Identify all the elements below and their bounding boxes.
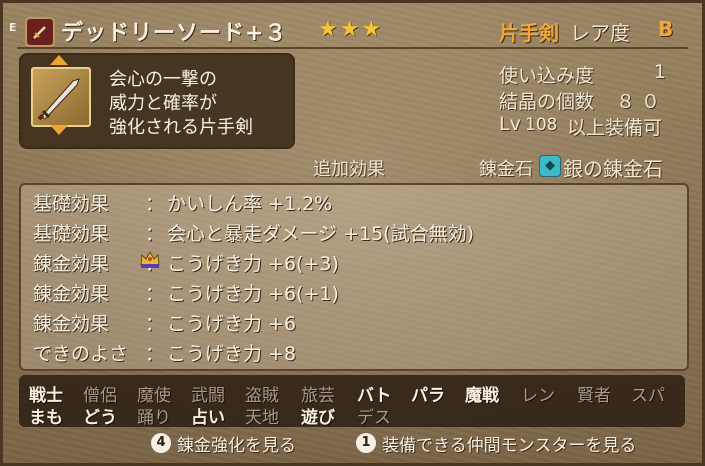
- job-equippable: どう: [83, 408, 117, 428]
- monster-view-hint[interactable]: 装備できる仲間モンスターを見る: [382, 431, 636, 456]
- effect-colon: ：: [145, 313, 165, 335]
- effect-colon: ：: [145, 343, 165, 365]
- effect-colon: ：: [145, 283, 165, 305]
- job-not-equippable: 賢者: [577, 386, 611, 406]
- effect-label: 基礎効果: [33, 193, 110, 215]
- usage-value: 1: [653, 61, 666, 83]
- job-equippable: パラ: [411, 386, 445, 406]
- alchemy-stone-icon: ◆: [539, 155, 561, 177]
- additional-effects-title: 追加効果: [313, 159, 385, 180]
- effect-value: 会心と暴走ダメージ +15(試合無効): [167, 223, 475, 245]
- level-prefix: Lv: [499, 113, 521, 135]
- level-suffix: 以上装備可: [567, 117, 663, 139]
- effect-row: 錬金効果 ：こうげき力 +6: [33, 309, 296, 335]
- job-not-equippable: 踊り: [137, 408, 171, 428]
- effect-row: 錬金効果：こうげき力 +6(+3): [33, 249, 339, 275]
- quality-stars: ★★★: [318, 17, 384, 42]
- effect-row: 基礎効果 ：会心と暴走ダメージ +15(試合無効): [33, 219, 474, 245]
- effect-value: こうげき力 +6(+1): [167, 283, 339, 305]
- effect-value: かいしん率 +1.2%: [167, 193, 333, 215]
- crown-icon: [139, 249, 161, 269]
- alchemy-stone-name: 銀の錬金石: [563, 157, 663, 181]
- job-not-equippable: デス: [357, 408, 391, 428]
- effect-label: できのよさ: [33, 343, 129, 365]
- description-line: 威力と確率が: [109, 93, 217, 114]
- job-not-equippable: スパ: [631, 386, 665, 406]
- effect-colon: ：: [145, 223, 165, 245]
- effect-label: 錬金効果: [33, 313, 110, 335]
- usage-label: 使い込み度: [499, 65, 595, 87]
- sword-image-icon: [31, 67, 91, 127]
- job-equippable: 魔戦: [465, 386, 499, 406]
- button-1-icon[interactable]: 1: [356, 433, 376, 453]
- job-equippable: 占い: [191, 408, 225, 428]
- effect-label: 基礎効果: [33, 223, 110, 245]
- prev-item-arrow-icon[interactable]: [50, 55, 68, 65]
- header-divider: [17, 47, 688, 49]
- effect-label: 錬金効果: [33, 253, 110, 275]
- alchemy-view-hint[interactable]: 錬金強化を見る: [177, 431, 296, 456]
- job-not-equippable: 天地: [245, 408, 279, 428]
- effect-row: 錬金効果 ：こうげき力 +6(+1): [33, 279, 339, 305]
- weapon-type: 片手剣: [499, 21, 559, 45]
- effect-row: 基礎効果 ：かいしん率 +1.2%: [33, 189, 332, 215]
- effect-colon: ：: [145, 193, 165, 215]
- next-item-arrow-icon[interactable]: [50, 125, 68, 135]
- rarity-label: レア度: [570, 21, 630, 45]
- effect-label: 錬金効果: [33, 283, 110, 305]
- item-detail-screen: E デッドリーソード+３ ★★★ 片手剣 レア度 B 会心の一撃の 威力と確率が…: [0, 0, 705, 466]
- job-equippable: まも: [29, 408, 63, 428]
- description-line: 会心の一撃の: [109, 69, 217, 90]
- crystal-label: 結晶の個数: [499, 91, 595, 113]
- effect-row: できのよさ ：こうげき力 +8: [33, 339, 296, 365]
- effect-value: こうげき力 +6: [167, 313, 297, 335]
- effect-value: こうげき力 +6(+3): [167, 253, 339, 275]
- level-value: 108: [525, 115, 558, 135]
- description-line: 強化される片手剣: [109, 117, 253, 138]
- button-4-icon[interactable]: 4: [151, 433, 171, 453]
- alchemy-stone-label: 錬金石: [479, 159, 533, 180]
- job-not-equippable: レン: [521, 386, 555, 406]
- sword-category-icon: [25, 17, 55, 47]
- crystal-value: ８０: [615, 91, 666, 113]
- effect-value: こうげき力 +8: [167, 343, 297, 365]
- job-equippable: 遊び: [301, 408, 335, 428]
- equipped-badge: E: [9, 21, 17, 34]
- item-name: デッドリーソード+３: [61, 21, 288, 46]
- rarity-value: B: [658, 17, 674, 41]
